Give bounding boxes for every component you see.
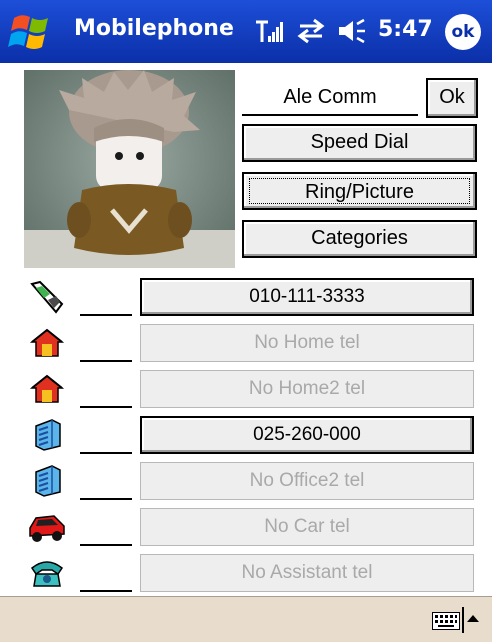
clock[interactable]: 5:47 <box>378 17 433 42</box>
speed-dial-slot[interactable] <box>80 544 132 546</box>
speed-dial-slot[interactable] <box>80 498 132 500</box>
categories-button[interactable]: Categories <box>242 220 477 258</box>
connectivity-icon[interactable] <box>296 18 326 44</box>
phone-number-button[interactable]: No Office2 tel <box>140 462 474 500</box>
app-title: Mobilephone <box>74 16 234 41</box>
ok-close-button[interactable]: ok <box>445 14 481 50</box>
signal-strength-icon[interactable] <box>254 18 284 44</box>
contact-photo[interactable] <box>24 70 235 268</box>
phone-number-button[interactable]: 010-111-3333 <box>140 278 474 316</box>
speed-dial-slot[interactable] <box>80 590 132 592</box>
menu-bar <box>0 596 492 642</box>
mobile-phone-icon <box>30 280 64 314</box>
phone-number-button[interactable]: No Home2 tel <box>140 370 474 408</box>
home-icon <box>29 374 65 403</box>
speed-dial-slot[interactable] <box>80 406 132 408</box>
input-panel-arrow-icon[interactable] <box>466 613 480 623</box>
ok-button[interactable]: Ok <box>426 78 478 118</box>
windows-start-icon[interactable] <box>8 10 54 54</box>
car-icon <box>29 515 65 542</box>
title-bar: Mobilephone 5:47 ok <box>0 0 492 63</box>
office-building-icon <box>35 465 61 497</box>
speed-dial-button[interactable]: Speed Dial <box>242 124 477 162</box>
ring-picture-button[interactable]: Ring/Picture <box>242 172 477 210</box>
speed-dial-slot[interactable] <box>80 314 132 316</box>
keyboard-icon[interactable] <box>432 612 460 630</box>
speed-dial-slot[interactable] <box>80 360 132 362</box>
office-building-icon <box>35 419 61 451</box>
home-icon <box>29 328 65 357</box>
speed-dial-slot[interactable] <box>80 452 132 454</box>
ring-picture-label: Ring/Picture <box>249 178 470 204</box>
phone-number-button[interactable]: No Home tel <box>140 324 474 362</box>
volume-icon[interactable] <box>337 18 367 44</box>
assistant-phone-icon <box>30 561 64 587</box>
contact-name-field[interactable]: Ale Comm <box>242 78 418 116</box>
phone-number-button[interactable]: No Assistant tel <box>140 554 474 592</box>
input-panel-divider <box>462 607 464 633</box>
phone-number-button[interactable]: No Car tel <box>140 508 474 546</box>
phone-number-button[interactable]: 025-260-000 <box>140 416 474 454</box>
